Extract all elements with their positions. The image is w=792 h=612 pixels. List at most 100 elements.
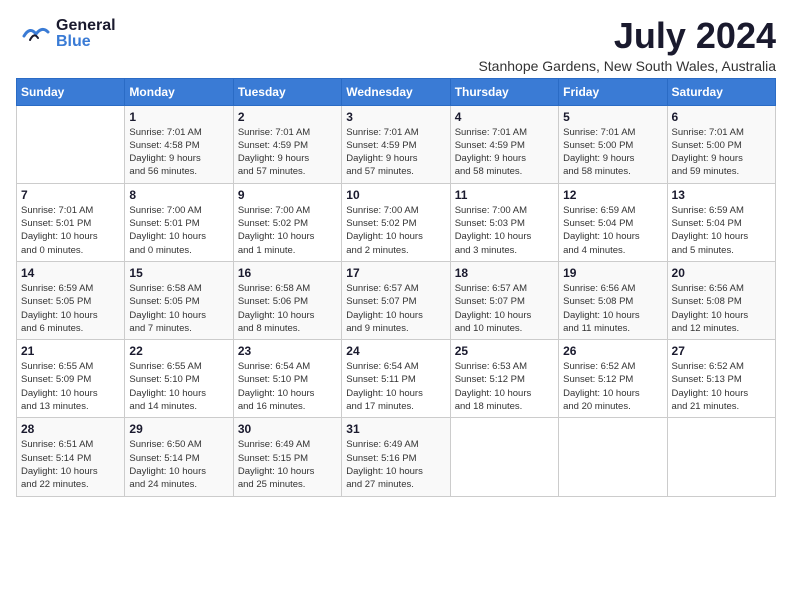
day-info: Sunrise: 7:01 AM Sunset: 4:59 PM Dayligh…	[455, 126, 554, 179]
day-number: 18	[455, 266, 554, 280]
day-number: 1	[129, 110, 228, 124]
day-info: Sunrise: 6:55 AM Sunset: 5:10 PM Dayligh…	[129, 360, 228, 413]
title-section: July 2024 Stanhope Gardens, New South Wa…	[478, 16, 776, 74]
day-number: 3	[346, 110, 445, 124]
day-info: Sunrise: 7:01 AM Sunset: 4:59 PM Dayligh…	[346, 126, 445, 179]
calendar-cell: 18 Sunrise: 6:57 AM Sunset: 5:07 PM Dayli…	[450, 261, 558, 339]
calendar-table: SundayMondayTuesdayWednesdayThursdayFrid…	[16, 78, 776, 497]
day-info: Sunrise: 6:53 AM Sunset: 5:12 PM Dayligh…	[455, 360, 554, 413]
day-info: Sunrise: 6:59 AM Sunset: 5:04 PM Dayligh…	[563, 204, 662, 257]
week-row-3: 21 Sunrise: 6:55 AM Sunset: 5:09 PM Dayli…	[17, 340, 776, 418]
calendar-cell: 16 Sunrise: 6:58 AM Sunset: 5:06 PM Dayli…	[233, 261, 341, 339]
day-number: 10	[346, 188, 445, 202]
header-day-thursday: Thursday	[450, 78, 558, 105]
calendar-cell: 22 Sunrise: 6:55 AM Sunset: 5:10 PM Dayli…	[125, 340, 233, 418]
day-number: 14	[21, 266, 120, 280]
calendar-cell: 14 Sunrise: 6:59 AM Sunset: 5:05 PM Dayli…	[17, 261, 125, 339]
calendar-cell: 8 Sunrise: 7:00 AM Sunset: 5:01 PM Daylig…	[125, 183, 233, 261]
day-number: 21	[21, 344, 120, 358]
calendar-cell: 4 Sunrise: 7:01 AM Sunset: 4:59 PM Daylig…	[450, 105, 558, 183]
calendar-cell: 10Sunrise: 7:00 AM Sunset: 5:02 PM Dayli…	[342, 183, 450, 261]
calendar-header: SundayMondayTuesdayWednesdayThursdayFrid…	[17, 78, 776, 105]
day-info: Sunrise: 6:59 AM Sunset: 5:04 PM Dayligh…	[672, 204, 771, 257]
day-number: 28	[21, 422, 120, 436]
calendar-cell: 17Sunrise: 6:57 AM Sunset: 5:07 PM Dayli…	[342, 261, 450, 339]
logo-text: General Blue	[56, 18, 116, 50]
week-row-2: 14 Sunrise: 6:59 AM Sunset: 5:05 PM Dayli…	[17, 261, 776, 339]
week-row-1: 7Sunrise: 7:01 AM Sunset: 5:01 PM Daylig…	[17, 183, 776, 261]
day-number: 5	[563, 110, 662, 124]
day-number: 26	[563, 344, 662, 358]
calendar-cell: 7Sunrise: 7:01 AM Sunset: 5:01 PM Daylig…	[17, 183, 125, 261]
day-info: Sunrise: 6:51 AM Sunset: 5:14 PM Dayligh…	[21, 438, 120, 491]
logo-blue: Blue	[56, 34, 116, 50]
day-info: Sunrise: 6:56 AM Sunset: 5:08 PM Dayligh…	[563, 282, 662, 335]
header-day-monday: Monday	[125, 78, 233, 105]
calendar-cell: 25Sunrise: 6:53 AM Sunset: 5:12 PM Dayli…	[450, 340, 558, 418]
day-number: 19	[563, 266, 662, 280]
logo-icon	[16, 16, 52, 52]
day-info: Sunrise: 7:00 AM Sunset: 5:02 PM Dayligh…	[238, 204, 337, 257]
day-number: 8	[129, 188, 228, 202]
calendar-cell: 15 Sunrise: 6:58 AM Sunset: 5:05 PM Dayli…	[125, 261, 233, 339]
day-info: Sunrise: 7:01 AM Sunset: 4:58 PM Dayligh…	[129, 126, 228, 179]
day-number: 30	[238, 422, 337, 436]
calendar-cell	[667, 418, 775, 496]
day-number: 6	[672, 110, 771, 124]
day-info: Sunrise: 7:01 AM Sunset: 4:59 PM Dayligh…	[238, 126, 337, 179]
calendar-cell: 13Sunrise: 6:59 AM Sunset: 5:04 PM Dayli…	[667, 183, 775, 261]
header-day-sunday: Sunday	[17, 78, 125, 105]
day-number: 2	[238, 110, 337, 124]
calendar-cell: 30 Sunrise: 6:49 AM Sunset: 5:15 PM Dayli…	[233, 418, 341, 496]
day-number: 27	[672, 344, 771, 358]
calendar-cell: 6 Sunrise: 7:01 AM Sunset: 5:00 PM Daylig…	[667, 105, 775, 183]
day-info: Sunrise: 6:52 AM Sunset: 5:13 PM Dayligh…	[672, 360, 771, 413]
day-info: Sunrise: 7:00 AM Sunset: 5:03 PM Dayligh…	[455, 204, 554, 257]
calendar-cell: 26 Sunrise: 6:52 AM Sunset: 5:12 PM Dayli…	[559, 340, 667, 418]
day-info: Sunrise: 6:49 AM Sunset: 5:16 PM Dayligh…	[346, 438, 445, 491]
calendar-cell: 2 Sunrise: 7:01 AM Sunset: 4:59 PM Daylig…	[233, 105, 341, 183]
header-row: SundayMondayTuesdayWednesdayThursdayFrid…	[17, 78, 776, 105]
day-info: Sunrise: 6:54 AM Sunset: 5:10 PM Dayligh…	[238, 360, 337, 413]
day-info: Sunrise: 6:52 AM Sunset: 5:12 PM Dayligh…	[563, 360, 662, 413]
day-number: 9	[238, 188, 337, 202]
calendar-cell: 31 Sunrise: 6:49 AM Sunset: 5:16 PM Dayli…	[342, 418, 450, 496]
calendar-cell: 19 Sunrise: 6:56 AM Sunset: 5:08 PM Dayli…	[559, 261, 667, 339]
day-info: Sunrise: 6:59 AM Sunset: 5:05 PM Dayligh…	[21, 282, 120, 335]
header-day-saturday: Saturday	[667, 78, 775, 105]
header-day-friday: Friday	[559, 78, 667, 105]
day-number: 12	[563, 188, 662, 202]
day-number: 31	[346, 422, 445, 436]
day-number: 22	[129, 344, 228, 358]
day-info: Sunrise: 7:01 AM Sunset: 5:00 PM Dayligh…	[672, 126, 771, 179]
calendar-cell: 28 Sunrise: 6:51 AM Sunset: 5:14 PM Dayli…	[17, 418, 125, 496]
calendar-body: 1 Sunrise: 7:01 AM Sunset: 4:58 PM Daylig…	[17, 105, 776, 496]
day-number: 7	[21, 188, 120, 202]
day-number: 15	[129, 266, 228, 280]
week-row-0: 1 Sunrise: 7:01 AM Sunset: 4:58 PM Daylig…	[17, 105, 776, 183]
day-info: Sunrise: 6:55 AM Sunset: 5:09 PM Dayligh…	[21, 360, 120, 413]
day-info: Sunrise: 6:57 AM Sunset: 5:07 PM Dayligh…	[455, 282, 554, 335]
logo: General Blue	[16, 16, 116, 52]
day-number: 23	[238, 344, 337, 358]
day-number: 4	[455, 110, 554, 124]
month-year: July 2024	[478, 16, 776, 56]
day-info: Sunrise: 6:58 AM Sunset: 5:05 PM Dayligh…	[129, 282, 228, 335]
day-info: Sunrise: 7:00 AM Sunset: 5:01 PM Dayligh…	[129, 204, 228, 257]
day-info: Sunrise: 6:58 AM Sunset: 5:06 PM Dayligh…	[238, 282, 337, 335]
day-info: Sunrise: 6:49 AM Sunset: 5:15 PM Dayligh…	[238, 438, 337, 491]
calendar-cell	[17, 105, 125, 183]
calendar-cell: 20Sunrise: 6:56 AM Sunset: 5:08 PM Dayli…	[667, 261, 775, 339]
calendar-cell: 12 Sunrise: 6:59 AM Sunset: 5:04 PM Dayli…	[559, 183, 667, 261]
calendar-cell: 1 Sunrise: 7:01 AM Sunset: 4:58 PM Daylig…	[125, 105, 233, 183]
calendar-cell	[559, 418, 667, 496]
page-header: General Blue July 2024 Stanhope Gardens,…	[16, 16, 776, 74]
day-number: 11	[455, 188, 554, 202]
calendar-cell: 29Sunrise: 6:50 AM Sunset: 5:14 PM Dayli…	[125, 418, 233, 496]
calendar-cell: 27 Sunrise: 6:52 AM Sunset: 5:13 PM Dayli…	[667, 340, 775, 418]
header-day-tuesday: Tuesday	[233, 78, 341, 105]
day-number: 16	[238, 266, 337, 280]
header-day-wednesday: Wednesday	[342, 78, 450, 105]
day-number: 17	[346, 266, 445, 280]
day-number: 29	[129, 422, 228, 436]
